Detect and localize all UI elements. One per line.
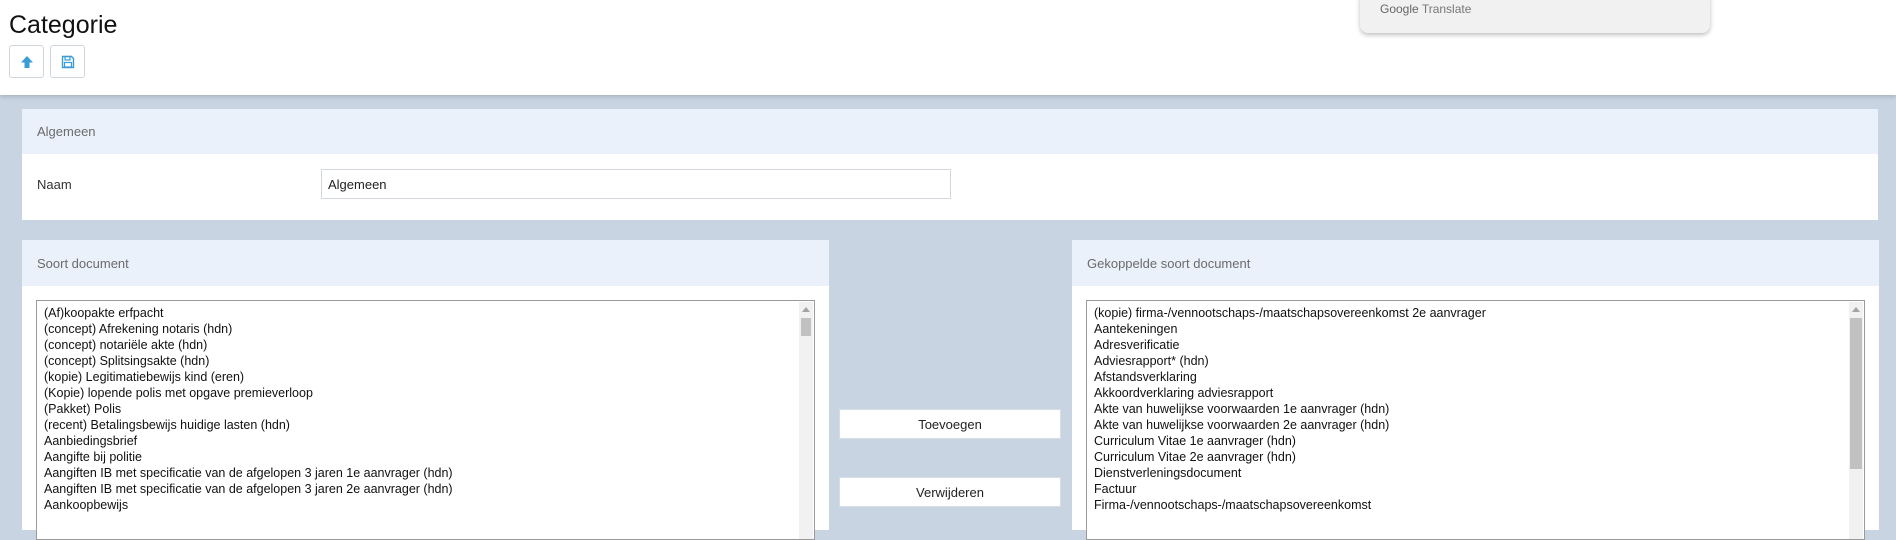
- translate-brand-text: Translate: [1421, 2, 1472, 16]
- linked-panel-header: Gekoppelde soort document: [1072, 240, 1879, 286]
- list-item[interactable]: Afstandsverklaring: [1094, 369, 1486, 385]
- scrollbar-thumb[interactable]: [1850, 318, 1862, 469]
- linked-list-scrollbar[interactable]: [1849, 302, 1863, 539]
- scroll-up-arrow-icon[interactable]: [1849, 302, 1863, 316]
- list-item[interactable]: (concept) Splitsingsakte (hdn): [44, 353, 453, 369]
- remove-button[interactable]: Verwijderen: [839, 477, 1061, 507]
- page-title: Categorie: [9, 11, 118, 39]
- list-item[interactable]: (concept) notariële akte (hdn): [44, 337, 453, 353]
- linked-document-types-panel: Gekoppelde soort document (kopie) firma-…: [1072, 240, 1879, 540]
- list-item[interactable]: Adviesrapport* (hdn): [1094, 353, 1486, 369]
- list-item[interactable]: (Kopie) lopende polis met opgave premiev…: [44, 385, 453, 401]
- google-brand-text: Google: [1380, 2, 1419, 16]
- available-panel-header: Soort document: [22, 240, 829, 286]
- list-item[interactable]: (Af)koopakte erfpacht: [44, 305, 453, 321]
- available-list-scrollbar[interactable]: [799, 302, 813, 539]
- list-item[interactable]: Adresverificatie: [1094, 337, 1486, 353]
- general-panel: Algemeen Naam: [22, 109, 1878, 220]
- google-translate-brand: Google Translate: [1380, 2, 1471, 16]
- list-item[interactable]: Curriculum Vitae 1e aanvrager (hdn): [1094, 433, 1486, 449]
- list-item[interactable]: Akte van huwelijkse voorwaarden 2e aanvr…: [1094, 417, 1486, 433]
- list-item[interactable]: Akkoordverklaring adviesrapport: [1094, 385, 1486, 401]
- scroll-up-arrow-icon[interactable]: [799, 302, 813, 316]
- name-label: Naam: [37, 177, 72, 192]
- up-button[interactable]: [9, 45, 44, 78]
- list-item[interactable]: Akte van huwelijkse voorwaarden 1e aanvr…: [1094, 401, 1486, 417]
- list-item[interactable]: (kopie) firma-/vennootschaps-/maatschaps…: [1094, 305, 1486, 321]
- save-button[interactable]: [50, 45, 85, 78]
- available-document-types-panel: Soort document (Af)koopakte erfpacht (con…: [22, 240, 829, 540]
- list-item[interactable]: (Pakket) Polis: [44, 401, 453, 417]
- arrow-up-icon: [19, 54, 35, 70]
- list-item[interactable]: (recent) Betalingsbewijs huidige lasten …: [44, 417, 453, 433]
- top-bar: Categorie Google Translate: [0, 0, 1896, 95]
- linked-document-types-list[interactable]: (kopie) firma-/vennootschaps-/maatschaps…: [1086, 300, 1865, 540]
- list-item[interactable]: (concept) Afrekening notaris (hdn): [44, 321, 453, 337]
- list-item[interactable]: Aankoopbewijs: [44, 497, 453, 513]
- list-item[interactable]: Dienstverleningsdocument: [1094, 465, 1486, 481]
- available-document-types-list[interactable]: (Af)koopakte erfpacht (concept) Afrekenin…: [36, 300, 815, 540]
- list-item[interactable]: Aantekeningen: [1094, 321, 1486, 337]
- add-button[interactable]: Toevoegen: [839, 409, 1061, 439]
- list-item[interactable]: Curriculum Vitae 2e aanvrager (hdn): [1094, 449, 1486, 465]
- list-item[interactable]: Aanbiedingsbrief: [44, 433, 453, 449]
- list-item[interactable]: Aangiften IB met specificatie van de afg…: [44, 481, 453, 497]
- name-input[interactable]: [321, 169, 951, 199]
- google-translate-popup: Google Translate: [1360, 0, 1710, 33]
- list-item[interactable]: Aangiften IB met specificatie van de afg…: [44, 465, 453, 481]
- general-panel-header: Algemeen: [22, 109, 1878, 154]
- scrollbar-thumb[interactable]: [801, 318, 811, 336]
- list-item[interactable]: Aangifte bij politie: [44, 449, 453, 465]
- list-item[interactable]: Firma-/vennootschaps-/maatschapsovereenk…: [1094, 497, 1486, 513]
- floppy-disk-icon: [61, 55, 75, 69]
- list-item[interactable]: (kopie) Legitimatiebewijs kind (eren): [44, 369, 453, 385]
- list-item[interactable]: Factuur: [1094, 481, 1486, 497]
